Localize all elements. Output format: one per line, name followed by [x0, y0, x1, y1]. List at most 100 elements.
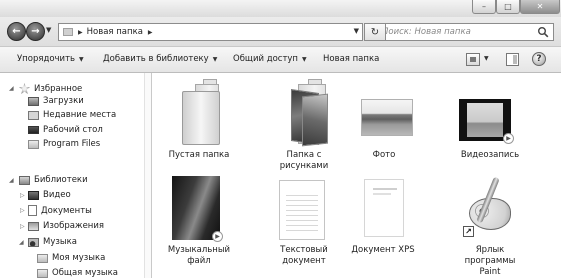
share-menu-button[interactable]: Общий доступ ▼ [233, 54, 307, 64]
expand-arrow-icon[interactable]: ▷ [20, 223, 25, 230]
file-label: Папка с [286, 150, 322, 160]
text-document-icon [279, 180, 325, 240]
nav-item-label: Недавние места [43, 110, 117, 120]
close-button[interactable]: ✕ [520, 0, 560, 14]
video-library-icon [28, 190, 39, 200]
dropdown-arrow-icon: ▼ [301, 56, 307, 63]
view-options-dropdown-icon[interactable]: ▼ [484, 55, 489, 62]
nav-item-video[interactable]: ▷ Видео [20, 190, 71, 200]
change-view-button[interactable] [466, 53, 480, 66]
empty-folder-icon [173, 77, 225, 145]
nav-item-label: Program Files [43, 139, 101, 149]
add-to-library-label: Добавить в библиотеку [103, 54, 209, 64]
maximize-icon: □ [504, 2, 512, 11]
organize-menu-button[interactable]: Упорядочить ▼ [17, 54, 84, 64]
star-icon [19, 83, 30, 94]
share-label: Общий доступ [233, 54, 298, 64]
nav-pane-scrollbar[interactable] [144, 73, 151, 278]
maximize-button[interactable]: □ [496, 0, 520, 14]
search-box[interactable] [376, 23, 554, 41]
folder-icon [28, 139, 39, 149]
dropdown-arrow-icon: ▼ [212, 56, 218, 63]
organize-label: Упорядочить [17, 54, 76, 64]
file-list: Пустая папка Папка с рисунками Фото ▶ Ви… [152, 73, 561, 278]
breadcrumb-separator-icon[interactable]: ▶ [78, 29, 83, 36]
nav-item-music[interactable]: ◢ Музыка [19, 237, 77, 247]
nav-item-public-music[interactable]: Общая музыка [37, 268, 118, 278]
new-folder-label: Новая папка [323, 54, 380, 64]
breadcrumb-current-folder[interactable]: Новая папка [87, 27, 143, 37]
pictures-library-icon [28, 221, 39, 231]
forward-arrow-icon: → [31, 25, 40, 37]
file-label: Музыкальный [167, 245, 231, 255]
address-box[interactable]: ▶ Новая папка ▶ ▼ [58, 23, 363, 41]
breadcrumb-separator-icon[interactable]: ▶ [148, 29, 153, 36]
nav-favorites-header[interactable]: ◢ Избранное [9, 83, 83, 94]
downloads-folder-icon [28, 96, 39, 106]
nav-item-my-music[interactable]: Моя музыка [37, 253, 105, 263]
file-label: Документ XPS [351, 245, 415, 255]
file-item-xps-document[interactable]: Документ XPS [341, 176, 425, 278]
file-label: Текстовый [280, 245, 328, 255]
nav-item-program-files[interactable]: Program Files [28, 139, 100, 149]
nav-item-desktop[interactable]: Рабочий стол [28, 125, 103, 135]
minimize-icon: – [482, 2, 486, 11]
file-label: Ярлык [475, 245, 505, 255]
expand-arrow-icon[interactable]: ▷ [20, 192, 25, 199]
forward-button[interactable]: → [26, 22, 45, 41]
collapse-arrow-icon[interactable]: ◢ [9, 85, 14, 92]
folder-with-pictures-icon [278, 77, 330, 147]
expand-arrow-icon[interactable]: ▷ [20, 207, 25, 214]
nav-item-downloads[interactable]: Загрузки [28, 96, 84, 106]
file-item-music-file[interactable]: ▶ Музыкальный файл [157, 176, 241, 278]
collapse-arrow-icon[interactable]: ◢ [9, 177, 14, 184]
refresh-button[interactable]: ↻ [364, 23, 386, 41]
back-arrow-icon: ← [12, 25, 21, 37]
address-history-dropdown-icon[interactable]: ▼ [354, 27, 359, 35]
file-item-text-document[interactable]: Текстовый документ [262, 176, 346, 278]
file-item-empty-folder[interactable]: Пустая папка [157, 77, 241, 173]
folder-icon [63, 28, 73, 36]
nav-libraries-header[interactable]: ◢ Библиотеки [9, 175, 88, 185]
navigation-pane: ◢ Избранное Загрузки Недавние места Рабо… [0, 73, 150, 278]
recent-pages-dropdown-icon[interactable]: ▼ [46, 26, 51, 34]
preview-pane-button[interactable] [506, 53, 519, 66]
recent-places-icon [28, 110, 39, 120]
nav-item-pictures[interactable]: ▷ Изображения [20, 221, 105, 231]
minimize-button[interactable]: – [472, 0, 496, 14]
music-file-thumbnail: ▶ [172, 176, 223, 242]
nav-item-label: Рабочий стол [43, 125, 103, 135]
xps-document-icon [364, 179, 404, 237]
nav-item-label: Общая музыка [52, 268, 118, 278]
file-label: Фото [372, 150, 396, 160]
nav-item-recent-places[interactable]: Недавние места [28, 110, 116, 120]
search-icon[interactable] [537, 26, 549, 38]
title-bar: – □ ✕ [0, 0, 561, 17]
nav-item-label: Видео [43, 190, 71, 200]
help-button[interactable]: ? [532, 52, 546, 66]
close-icon: ✕ [536, 2, 544, 11]
add-to-library-menu-button[interactable]: Добавить в библиотеку ▼ [103, 54, 217, 64]
back-button[interactable]: ← [7, 22, 26, 41]
music-library-icon [28, 237, 39, 247]
file-label: Видеозапись [460, 150, 520, 160]
folder-icon [37, 268, 48, 278]
photo-thumbnail [361, 99, 413, 136]
play-icon: ▶ [503, 133, 514, 144]
file-label: Paint [479, 267, 501, 277]
file-item-photo[interactable]: Фото [342, 77, 426, 173]
file-label: документ [282, 256, 326, 266]
nav-item-documents[interactable]: ▷ Документы [20, 205, 92, 216]
file-label: Пустая папка [168, 150, 230, 160]
nav-item-label: Изображения [43, 221, 105, 231]
nav-favorites-label: Избранное [34, 83, 83, 94]
search-input[interactable] [382, 27, 532, 37]
file-item-folder-with-pictures[interactable]: Папка с рисунками [262, 77, 346, 173]
file-item-video[interactable]: ▶ Видеозапись [448, 77, 532, 173]
play-icon: ▶ [212, 231, 223, 242]
nav-item-label: Загрузки [43, 96, 84, 106]
file-item-paint-shortcut[interactable]: ↗ Ярлык программы Paint [448, 176, 532, 278]
new-folder-button[interactable]: Новая папка [323, 54, 379, 64]
nav-libraries-label: Библиотеки [34, 175, 88, 185]
collapse-arrow-icon[interactable]: ◢ [19, 239, 24, 246]
